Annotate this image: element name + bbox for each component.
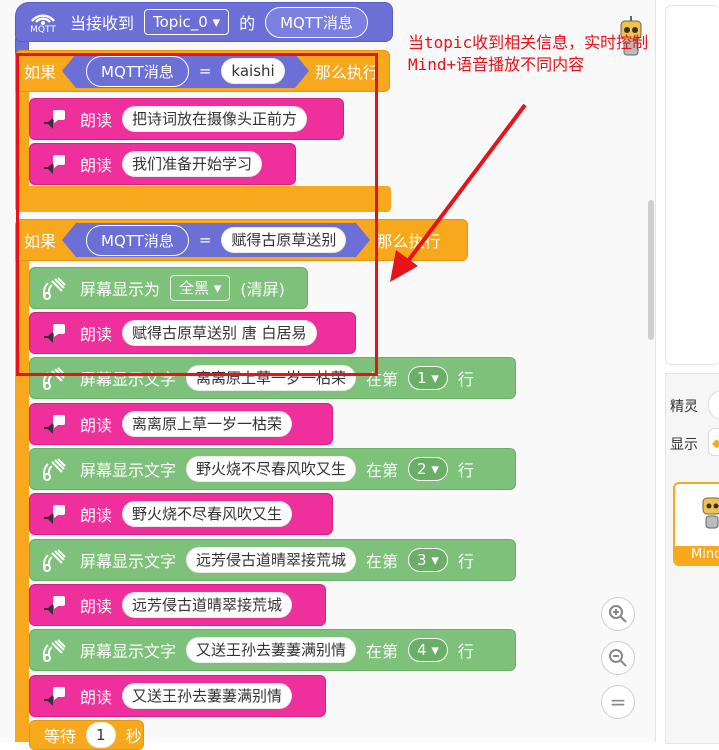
zoom-in-button[interactable] [601, 597, 635, 631]
wait-label: 等待 [44, 727, 77, 746]
speaker-icon [38, 409, 68, 439]
speak-label: 朗读 [80, 597, 113, 616]
workspace-scrollbar[interactable] [648, 200, 654, 340]
speak-label: 朗读 [80, 506, 113, 525]
speak-block[interactable]: 朗读 离离原上草一岁一枯荣 [29, 403, 333, 445]
hat-mid-text: 的 [239, 14, 256, 33]
mqtt-receive-hat-block[interactable]: MQTT 当接收到 Topic_0 ▾ 的 MQTT消息 [15, 2, 393, 42]
annotation-text: 当topic收到相关信息，实时控制 Mind+语音播放不同内容 [408, 33, 649, 74]
speak-text-input[interactable]: 远芳侵古道晴翠接荒城 [122, 592, 293, 618]
mqtt-icon-label: MQTT [30, 25, 56, 35]
screen-text-input[interactable]: 远芳侵古道晴翠接荒城 [186, 547, 357, 573]
screen-text-block[interactable]: 屏幕显示文字 野火烧不尽春风吹又生 在第 2 ▾ 行 [29, 448, 516, 490]
speak-label: 朗读 [80, 416, 113, 435]
annotation-highlight-box [16, 53, 378, 376]
screen-icon [38, 635, 68, 665]
speak-text-input[interactable]: 离离原上草一岁一枯荣 [122, 411, 293, 437]
speaker-icon [38, 590, 68, 620]
topic-dropdown[interactable]: Topic_0 ▾ [144, 9, 230, 35]
screen-text-label: 屏幕显示文字 [80, 642, 177, 661]
sprite-card[interactable]: Mind [673, 482, 719, 566]
screen-text-input[interactable]: 野火烧不尽春风吹又生 [186, 456, 357, 482]
speak-text-input[interactable]: 又送王孙去萋萋满别情 [122, 683, 293, 709]
wait-block[interactable]: 等待 1 秒 [29, 720, 144, 750]
hat-prefix-text: 当接收到 [70, 14, 135, 33]
workspace-divider [655, 0, 656, 742]
speaker-icon [38, 681, 68, 711]
screen-text-label: 屏幕显示文字 [80, 552, 177, 571]
stage-preview[interactable] [665, 5, 719, 365]
zoom-out-button[interactable] [601, 641, 635, 675]
screen-text-label: 屏幕显示文字 [80, 461, 177, 480]
row-prefix: 在第 [366, 461, 399, 480]
zoom-out-icon [609, 649, 627, 667]
row-suffix: 行 [457, 552, 474, 571]
row-number-dropdown[interactable]: 1 ▾ [408, 366, 448, 390]
row-number-dropdown[interactable]: 3 ▾ [408, 548, 448, 572]
sprite-name: Mind [675, 546, 719, 564]
speak-block[interactable]: 朗读 野火烧不尽春风吹又生 [29, 493, 333, 535]
mqtt-icon: MQTT [22, 9, 64, 35]
screen-icon [38, 454, 68, 484]
sprite-robot-icon [702, 497, 719, 529]
display-label: 显示 [670, 437, 698, 453]
annotation-arrow-icon [390, 103, 527, 282]
row-number-dropdown[interactable]: 2 ▾ [408, 457, 448, 481]
zoom-reset-icon: = [609, 690, 627, 714]
row-prefix: 在第 [366, 552, 399, 571]
wait-seconds-input[interactable]: 1 [86, 722, 116, 748]
row-prefix: 在第 [366, 642, 399, 661]
row-suffix: 行 [457, 461, 474, 480]
row-suffix: 行 [457, 370, 474, 389]
zoom-reset-button[interactable]: = [601, 685, 635, 719]
speak-text-input[interactable]: 野火烧不尽春风吹又生 [122, 501, 293, 527]
wait-unit: 秒 [125, 727, 142, 746]
speaker-icon [38, 499, 68, 529]
screen-icon [38, 545, 68, 575]
zoom-in-icon [609, 605, 627, 623]
sprite-label: 精灵 [670, 399, 698, 415]
speak-label: 朗读 [80, 688, 113, 707]
row-suffix: 行 [457, 642, 474, 661]
row-number-dropdown[interactable]: 4 ▾ [408, 638, 448, 662]
speak-block[interactable]: 朗读 又送王孙去萋萋满别情 [29, 675, 326, 717]
speak-block[interactable]: 朗读 远芳侵古道晴翠接荒城 [29, 584, 326, 626]
screen-text-block[interactable]: 屏幕显示文字 远芳侵古道晴翠接荒城 在第 3 ▾ 行 [29, 539, 516, 581]
display-toggle[interactable]: ◆ [708, 428, 719, 456]
screen-text-input[interactable]: 又送王孙去萋萋满别情 [186, 637, 357, 663]
screen-text-block[interactable]: 屏幕显示文字 又送王孙去萋萋满别情 在第 4 ▾ 行 [29, 629, 516, 671]
mqtt-message-reporter[interactable]: MQTT消息 [265, 6, 368, 38]
